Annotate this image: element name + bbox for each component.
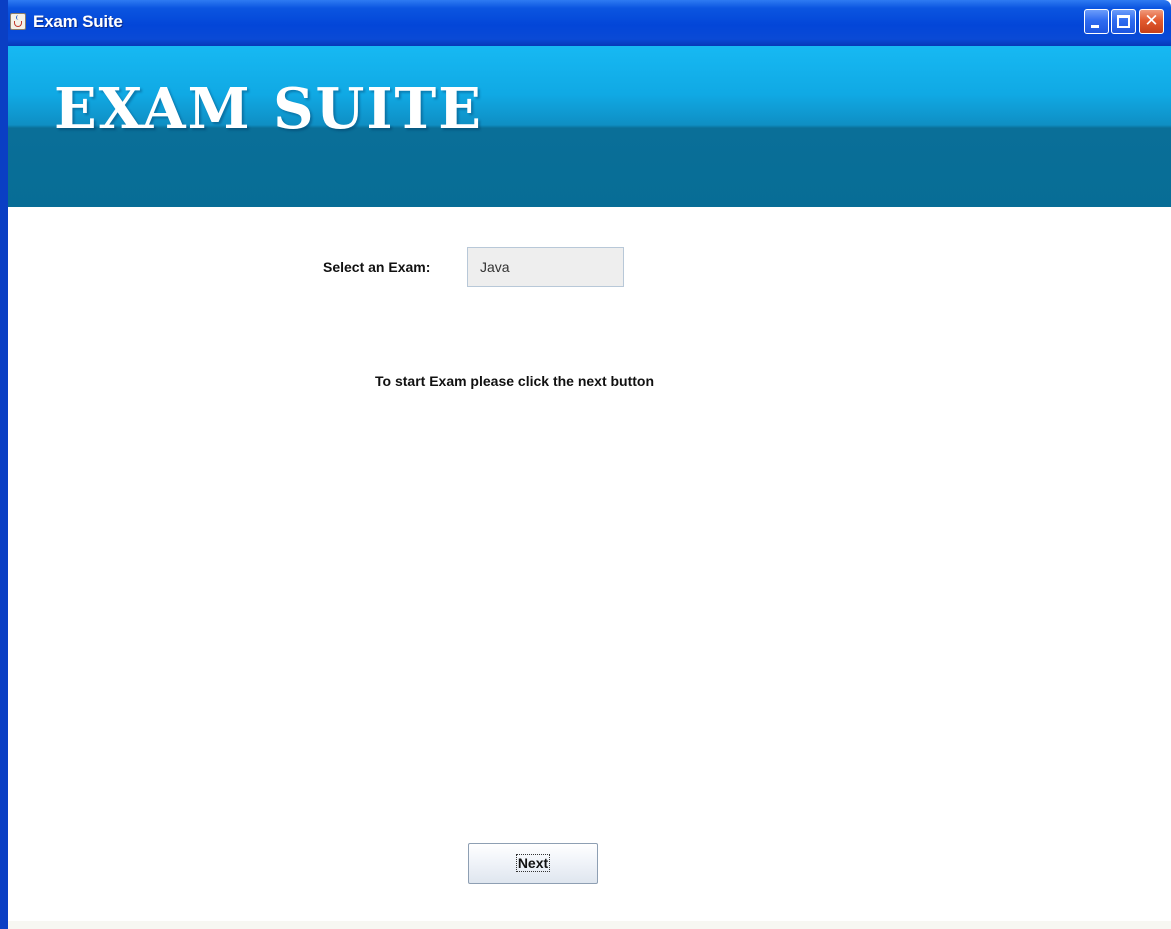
exam-select-field[interactable]: Java <box>467 247 624 287</box>
maximize-button[interactable] <box>1111 9 1136 34</box>
instruction-text: To start Exam please click the next butt… <box>375 373 655 389</box>
next-button-label: Next <box>515 854 551 872</box>
header-banner: EXAM SUITE EXAM SUITE <box>8 46 1171 207</box>
close-button[interactable]: ✕ <box>1139 9 1164 34</box>
next-button[interactable]: Next <box>468 843 598 884</box>
cup-icon-part <box>14 21 22 27</box>
close-icon: ✕ <box>1144 11 1159 31</box>
maximize-icon <box>1117 15 1130 28</box>
banner-title: EXAM SUITE <box>54 76 483 142</box>
steam-icon-part <box>16 15 21 20</box>
java-cup-icon[interactable] <box>10 13 26 30</box>
app-window: Exam Suite ✕ EXAM SUITE EXAM SUITE Selec… <box>0 0 1171 929</box>
window-bottom-edge <box>8 921 1171 929</box>
window-title: Exam Suite <box>33 12 123 31</box>
minimize-icon <box>1091 25 1099 28</box>
select-exam-label: Select an Exam: <box>323 259 431 275</box>
banner-title-reflection: EXAM SUITE <box>54 180 483 207</box>
minimize-button[interactable] <box>1084 9 1109 34</box>
title-bar[interactable]: Exam Suite ✕ <box>8 0 1171 46</box>
